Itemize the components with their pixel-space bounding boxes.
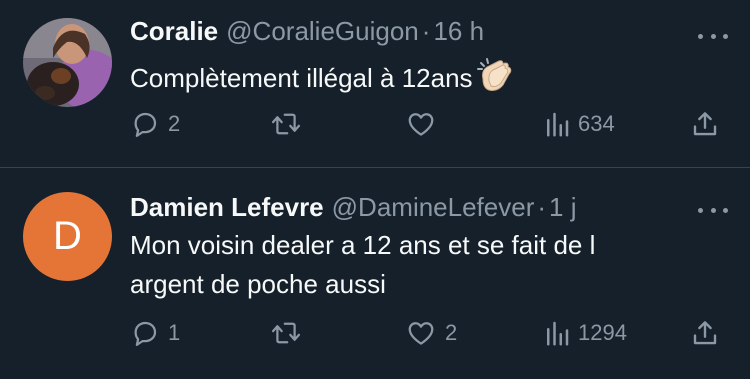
timestamp[interactable]: 16 h — [433, 16, 484, 47]
separator: · — [421, 16, 431, 46]
reply-count: 2 — [168, 111, 181, 136]
tweet[interactable]: D Damien Lefevre @DamineLefever · 1 j Mo… — [0, 168, 750, 379]
retweet-icon — [270, 109, 302, 139]
timestamp[interactable]: 1 j — [549, 192, 576, 223]
reply-icon — [130, 109, 160, 139]
tweet-text-line: argent de poche aussi — [130, 269, 386, 299]
reply-button[interactable]: 2 — [130, 106, 180, 142]
separator: · — [537, 192, 547, 222]
tweet[interactable]: Coralie @CoralieGuigon · 16 h Complèteme… — [0, 0, 750, 167]
user-handle[interactable]: @CoralieGuigon — [226, 16, 419, 47]
tweet-text-content: Complètement illégal à 12ans — [130, 63, 473, 93]
tweet-header: Coralie @CoralieGuigon · 16 h — [130, 16, 484, 47]
tweet-text-line: Mon voisin dealer a 12 ans et se fait de… — [130, 230, 596, 260]
share-icon — [690, 318, 720, 348]
views-chart-icon — [544, 109, 570, 139]
share-button[interactable] — [690, 315, 720, 351]
retweet-icon — [270, 318, 302, 348]
share-button[interactable] — [690, 106, 720, 142]
heart-icon — [405, 318, 437, 348]
avatar[interactable]: D — [23, 192, 112, 281]
tweet-header: Damien Lefevre @DamineLefever · 1 j — [130, 192, 577, 223]
views-chart-icon — [544, 318, 570, 348]
retweet-button[interactable] — [270, 106, 302, 142]
display-name[interactable]: Coralie — [130, 16, 218, 47]
reply-button[interactable]: 1 — [130, 315, 180, 351]
user-handle[interactable]: @DamineLefever — [332, 192, 535, 223]
tweet-text: Mon voisin dealer a 12 ans et se fait de… — [130, 226, 710, 304]
views-button[interactable]: 1294 — [544, 315, 627, 351]
share-icon — [690, 109, 720, 139]
avatar[interactable] — [23, 18, 112, 107]
retweet-button[interactable] — [270, 315, 302, 351]
views-count: 1294 — [578, 320, 627, 345]
like-button[interactable] — [405, 106, 437, 142]
heart-icon — [405, 109, 437, 139]
reply-icon — [130, 318, 160, 348]
tweet-actions: 1 2 1294 — [130, 315, 730, 351]
avatar-letter: D — [53, 214, 82, 258]
clapping-hands-icon — [476, 57, 515, 104]
views-button[interactable]: 634 — [544, 106, 615, 142]
like-count: 2 — [445, 320, 458, 345]
more-options-icon[interactable] — [698, 200, 728, 220]
reply-count: 1 — [168, 320, 181, 345]
tweet-actions: 2 634 — [130, 106, 730, 142]
tweet-text: Complètement illégal à 12ans — [130, 57, 710, 104]
views-count: 634 — [578, 111, 615, 136]
more-options-icon[interactable] — [698, 26, 728, 46]
like-button[interactable]: 2 — [405, 315, 457, 351]
display-name[interactable]: Damien Lefevre — [130, 192, 324, 223]
